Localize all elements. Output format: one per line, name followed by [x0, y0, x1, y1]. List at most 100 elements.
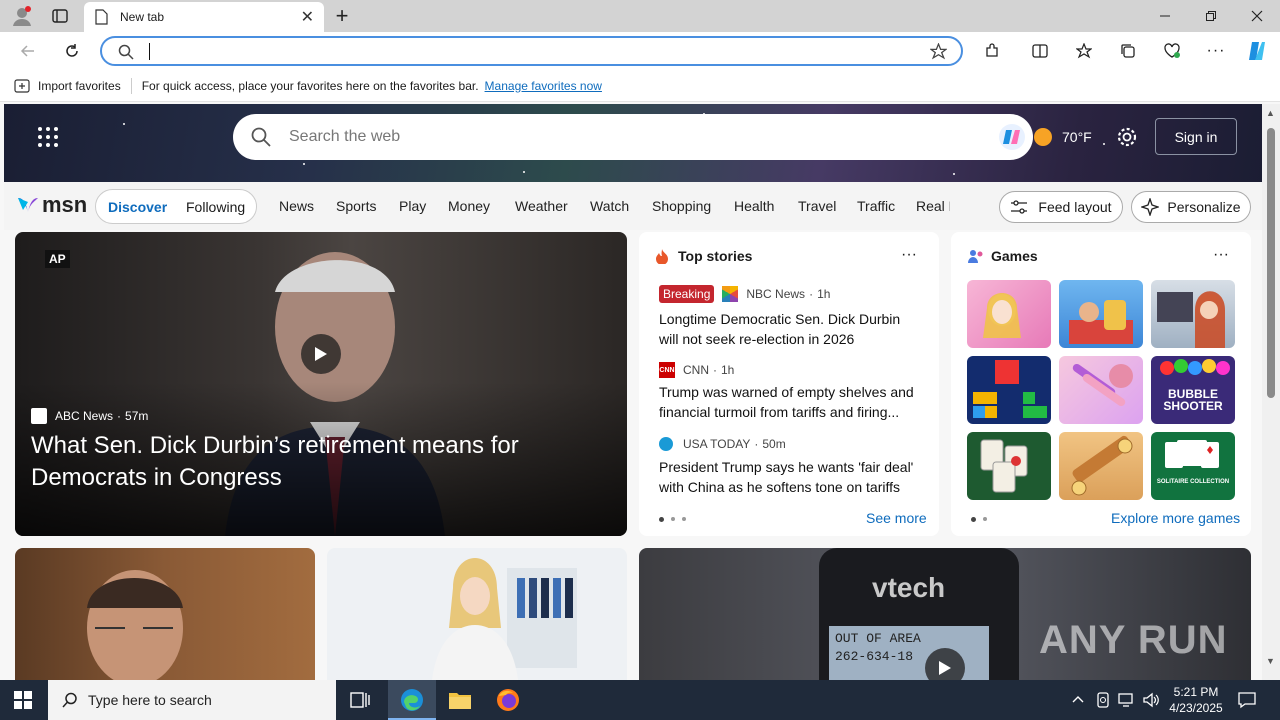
nav-weather[interactable]: Weather [515, 198, 568, 214]
firefox-icon[interactable] [496, 688, 520, 715]
network-icon[interactable] [1118, 692, 1136, 711]
manage-favorites-link[interactable]: Manage favorites now [485, 79, 602, 93]
personalize-button[interactable]: Personalize [1131, 191, 1251, 223]
settings-gear-icon[interactable] [1116, 126, 1138, 151]
nav-money[interactable]: Money [448, 198, 490, 214]
extensions-icon[interactable] [982, 40, 1002, 62]
tab-actions-icon[interactable] [50, 6, 70, 26]
nav-health[interactable]: Health [734, 198, 774, 214]
nav-watch[interactable]: Watch [590, 198, 629, 214]
nav-traffic[interactable]: Traffic [857, 198, 895, 214]
hero-story-card[interactable]: AP ABC News · 57m What Sen. Dick Durbin’… [15, 232, 627, 536]
search-icon [62, 692, 77, 708]
story-title[interactable]: President Trump says he wants 'fair deal… [659, 457, 921, 497]
tab-discover[interactable]: Discover [108, 199, 167, 215]
game-tile-blocks[interactable] [967, 356, 1051, 424]
nav-sports[interactable]: Sports [336, 198, 376, 214]
minimize-button[interactable] [1142, 0, 1188, 32]
clock-time: 5:21 PM [1173, 685, 1219, 699]
volume-icon[interactable] [1142, 691, 1160, 712]
web-search-box[interactable]: Search the web [233, 114, 1033, 160]
solitaire-label: SOLITAIRE COLLECTION [1156, 479, 1230, 485]
breaking-badge: Breaking [659, 285, 715, 303]
add-favorite-star-icon[interactable] [930, 43, 947, 60]
task-view-icon[interactable] [350, 690, 370, 713]
windows-taskbar: Type here to search 5:21 PM 4/23/2025 [0, 680, 1280, 720]
story-title[interactable]: Longtime Democratic Sen. Dick Durbin wil… [659, 309, 921, 349]
explore-more-games-link[interactable]: Explore more games [1111, 510, 1240, 526]
news-card-portrait[interactable] [15, 548, 315, 680]
browser-essentials-icon[interactable] [1162, 40, 1182, 62]
close-tab-icon[interactable]: ✕ [301, 7, 314, 27]
game-tile-makeup[interactable] [1059, 356, 1143, 424]
restore-button[interactable] [1188, 0, 1234, 32]
scroll-up-arrow[interactable]: ▲ [1266, 108, 1275, 118]
device-icon[interactable] [1096, 692, 1110, 711]
temperature[interactable]: 70°F [1062, 129, 1092, 145]
play-icon[interactable] [925, 648, 965, 680]
more-options-icon[interactable]: ··· [1213, 246, 1229, 264]
video-card[interactable]: vtech OUT OF AREA 262-634-18 ANY RUN [639, 548, 1251, 680]
carousel-dots[interactable] [659, 517, 686, 522]
story-age: 50m [762, 437, 786, 451]
msn-logo[interactable]: msn [16, 192, 87, 218]
page-icon [95, 9, 108, 25]
import-favorites-button[interactable]: Import favorites [38, 79, 121, 93]
taskbar-search-placeholder: Type here to search [88, 692, 212, 708]
page-scrollbar[interactable]: ▲ ▼ [1262, 104, 1280, 680]
story-meta: USA TODAY · 50m [659, 437, 786, 451]
office-image [432, 558, 577, 680]
tab-following[interactable]: Following [186, 199, 245, 215]
copilot-icon[interactable] [1244, 38, 1270, 64]
game-tile-mahjong[interactable] [967, 432, 1051, 500]
scroll-down-arrow[interactable]: ▼ [1266, 656, 1275, 666]
more-options-icon[interactable]: ··· [1206, 40, 1226, 62]
story-title[interactable]: Trump was warned of empty shelves and fi… [659, 382, 921, 422]
refresh-button[interactable] [60, 40, 84, 62]
hero-age: 57m [125, 409, 149, 423]
edge-taskbar-button[interactable] [388, 680, 436, 720]
game-tile-nurse[interactable] [1151, 280, 1235, 348]
tab-new-tab[interactable]: New tab ✕ [84, 2, 324, 32]
copilot-search-icon[interactable] [997, 122, 1027, 152]
taskbar-search-box[interactable]: Type here to search [48, 680, 336, 720]
split-screen-icon[interactable] [1030, 40, 1050, 62]
favorites-icon[interactable] [1074, 40, 1094, 62]
hero-title[interactable]: What Sen. Dick Durbin’s retirement means… [31, 430, 591, 494]
phone-screen-line1: OUT OF AREA [835, 631, 921, 646]
close-window-button[interactable] [1234, 0, 1280, 32]
nav-travel[interactable]: Travel [798, 198, 836, 214]
nav-news[interactable]: News [279, 198, 314, 214]
nav-play[interactable]: Play [399, 198, 426, 214]
game-tile-dressup[interactable] [967, 280, 1051, 348]
sign-in-button[interactable]: Sign in [1155, 118, 1237, 155]
address-bar[interactable] [100, 36, 963, 66]
scrollbar-thumb[interactable] [1267, 128, 1275, 398]
game-tile-hotel[interactable] [1059, 280, 1143, 348]
game-tile-solitaire[interactable]: SOLITAIRE COLLECTION [1151, 432, 1235, 500]
notifications-icon[interactable] [1238, 691, 1256, 712]
carousel-dots[interactable] [971, 517, 987, 522]
clock[interactable]: 5:21 PM 4/23/2025 [1168, 684, 1224, 716]
news-card-office[interactable] [327, 548, 627, 680]
apps-grid-icon[interactable] [36, 125, 60, 149]
more-options-icon[interactable]: ··· [901, 246, 917, 264]
windows-start-icon[interactable] [14, 691, 32, 712]
back-button[interactable] [16, 40, 40, 62]
personalize-label: Personalize [1167, 199, 1241, 215]
show-hidden-icons[interactable] [1071, 692, 1085, 709]
collections-icon[interactable] [1118, 40, 1138, 62]
game-tile-wood-screw[interactable] [1059, 432, 1143, 500]
cnn-icon: CNN [659, 362, 675, 378]
story-source: CNN [683, 363, 709, 377]
see-more-link[interactable]: See more [866, 510, 927, 526]
nav-real-estate[interactable]: Real E [916, 198, 950, 214]
nav-shopping[interactable]: Shopping [652, 198, 711, 214]
search-placeholder: Search the web [289, 128, 401, 145]
game-tile-bubble-shooter[interactable]: BUBBLE SHOOTER [1151, 356, 1235, 424]
feed-layout-button[interactable]: Feed layout [999, 191, 1123, 223]
play-icon[interactable] [301, 334, 341, 374]
file-explorer-icon[interactable] [448, 689, 472, 714]
profile-icon[interactable] [10, 4, 34, 28]
new-tab-button[interactable]: + [330, 3, 354, 28]
